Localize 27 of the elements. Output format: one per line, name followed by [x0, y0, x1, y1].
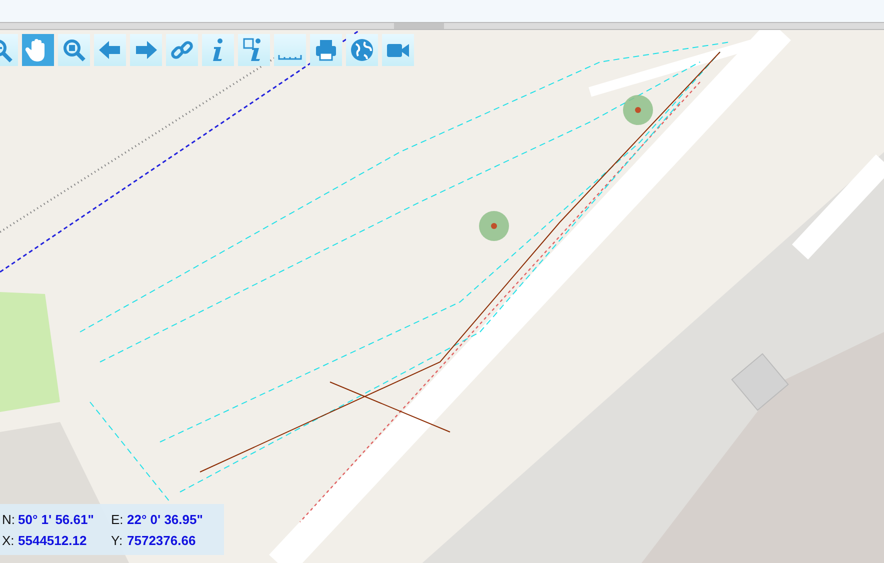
link-tool-button[interactable]	[166, 34, 198, 66]
zoom-box-icon	[61, 37, 87, 63]
location-marker-icon[interactable]	[479, 211, 509, 241]
coordinate-value: 22° 0' 36.95"	[127, 512, 204, 527]
print-tool-button[interactable]	[310, 34, 342, 66]
globe-icon	[349, 37, 375, 63]
coordinate-label: Y:	[111, 533, 124, 548]
coordinate-label: X:	[2, 533, 16, 548]
coordinate-label: E:	[111, 512, 124, 527]
globe-tool-button[interactable]	[346, 34, 378, 66]
info-tool-button[interactable]	[202, 34, 234, 66]
measure-icon	[277, 53, 303, 61]
coordinate-value: 50° 1' 56.61"	[18, 512, 95, 527]
info-area-tool-button[interactable]	[238, 34, 270, 66]
coordinate-label: N:	[2, 512, 16, 527]
pan-tool-button[interactable]	[22, 34, 54, 66]
coordinate-value: 5544512.12	[18, 533, 88, 548]
forward-tool-button[interactable]	[130, 34, 162, 66]
coordinate-value: 7572376.66	[127, 533, 197, 548]
print-icon	[313, 37, 339, 63]
measure-tool-button[interactable]	[274, 34, 306, 66]
zoom-box-tool-button[interactable]	[58, 34, 90, 66]
back-tool-button[interactable]	[94, 34, 126, 66]
video-tool-button[interactable]	[382, 34, 414, 66]
scrollbar[interactable]	[0, 22, 884, 30]
map-view[interactable]: N: 50° 1' 56.61" E: 22° 0' 36.95" X: 5544512.12 Y: 7572376.66	[0, 30, 884, 563]
location-marker-icon[interactable]	[623, 95, 653, 125]
